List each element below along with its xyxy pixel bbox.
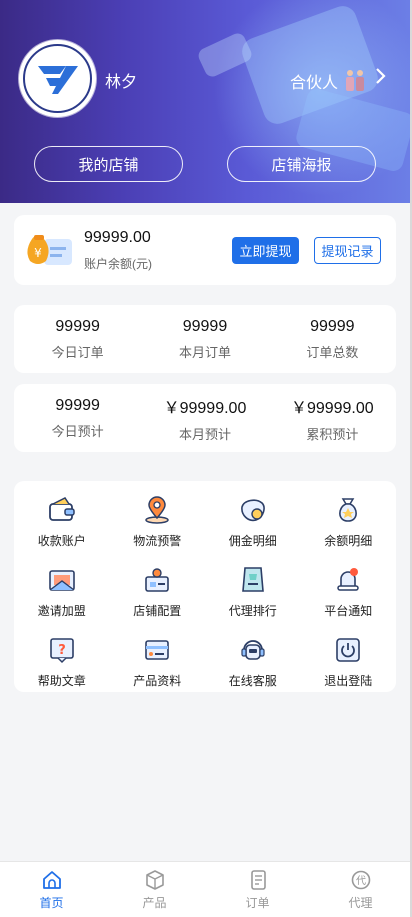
menu-item-invite-join[interactable]: 邀请加盟 xyxy=(14,565,110,619)
tab-label: 订单 xyxy=(245,895,270,910)
partner-label: 合伙人 xyxy=(290,75,339,92)
partner-link[interactable]: 合伙人 xyxy=(290,68,368,94)
tab-orders[interactable]: 订单 xyxy=(206,862,309,917)
stat-value: 99999 xyxy=(55,317,100,335)
svg-text:¥: ¥ xyxy=(34,246,42,260)
function-menu: 收款账户 物流预警 佣金明细 余额明细 邀请加盟 店铺配置 代理排行 平台通知 … xyxy=(14,481,396,692)
tab-label: 首页 xyxy=(39,895,64,910)
menu-item-label: 店铺配置 xyxy=(133,604,182,618)
menu-item-label: 物流预警 xyxy=(133,534,182,548)
menu-item-label: 余额明细 xyxy=(324,534,373,548)
tab-label: 代理 xyxy=(348,895,373,910)
bell-icon xyxy=(337,568,359,591)
menu-item-agent-ranking[interactable]: 代理排行 xyxy=(205,565,301,619)
svg-text:?: ? xyxy=(58,643,66,658)
home-icon xyxy=(42,870,61,889)
menu-item-label: 帮助文章 xyxy=(37,674,86,688)
stat-value: ￥99999.00 xyxy=(163,399,247,417)
location-pin-icon xyxy=(145,496,169,524)
invite-envelope-icon xyxy=(48,570,75,591)
menu-item-product-info[interactable]: 产品资料 xyxy=(110,635,206,689)
stat-today-orders[interactable]: 99999 今日订单 xyxy=(14,305,141,373)
withdraw-record-button[interactable]: 提现记录 xyxy=(314,237,381,264)
chevron-right-icon[interactable] xyxy=(374,66,388,86)
menu-item-label: 在线客服 xyxy=(228,674,277,688)
customer-service-icon xyxy=(241,640,265,660)
menu-item-logistics-alert[interactable]: 物流预警 xyxy=(110,495,206,549)
balance-amount: 99999.00 xyxy=(84,229,151,246)
store-poster-button[interactable]: 店铺海报 xyxy=(227,146,376,182)
stat-value: 99999 xyxy=(310,317,355,335)
avatar[interactable] xyxy=(19,40,96,117)
product-card-icon xyxy=(145,640,170,660)
menu-item-label: 产品资料 xyxy=(133,674,182,688)
menu-item-label: 退出登陆 xyxy=(324,674,373,688)
my-store-button[interactable]: 我的店铺 xyxy=(34,146,183,182)
menu-item-balance-detail[interactable]: 余额明细 xyxy=(301,495,397,549)
balance-label: 账户余额(元) xyxy=(84,257,152,271)
menu-item-online-service[interactable]: 在线客服 xyxy=(205,635,301,689)
menu-item-store-config[interactable]: 店铺配置 xyxy=(110,565,206,619)
tab-agent[interactable]: 代 代理 xyxy=(309,862,412,917)
stat-label: 今日预计 xyxy=(51,423,104,439)
menu-item-platform-notice[interactable]: 平台通知 xyxy=(301,565,397,619)
order-icon xyxy=(250,869,266,890)
menu-item-commission-detail[interactable]: 佣金明细 xyxy=(205,495,301,549)
tab-home[interactable]: 首页 xyxy=(0,862,103,917)
order-stats-card: 99999 今日订单 99999 本月订单 99999 订单总数 xyxy=(14,305,396,373)
username: 林夕 xyxy=(105,74,138,91)
money-bag-icon: ¥ xyxy=(27,235,72,265)
money-bag-icon xyxy=(339,498,358,522)
coins-icon xyxy=(240,499,265,522)
stat-month-orders[interactable]: 99999 本月订单 xyxy=(141,305,268,373)
stat-label: 本月预计 xyxy=(178,426,231,442)
stat-total-orders[interactable]: 99999 订单总数 xyxy=(269,305,396,373)
stat-today-estimate[interactable]: 99999 今日预计 xyxy=(14,384,141,452)
stat-value: 99999 xyxy=(182,317,228,335)
profile-header: 林夕 合伙人 我的店铺 店铺海报 xyxy=(0,0,412,203)
bottom-tab-bar: 首页 产品 订单 代 代理 xyxy=(0,861,412,917)
store-config-icon xyxy=(145,568,170,592)
menu-item-help-articles[interactable]: ? 帮助文章 xyxy=(14,635,110,689)
stat-cumulative-estimate[interactable]: ￥99999.00 累积预计 xyxy=(269,384,396,452)
tab-products[interactable]: 产品 xyxy=(103,862,206,917)
stat-label: 累积预计 xyxy=(306,426,359,442)
menu-item-label: 收款账户 xyxy=(37,534,86,548)
partner-icon xyxy=(346,70,365,91)
menu-item-label: 佣金明细 xyxy=(228,534,277,548)
withdraw-button[interactable]: 立即提现 xyxy=(232,237,299,264)
estimate-stats-card: 99999 今日预计 ￥99999.00 本月预计 ￥99999.00 累积预计 xyxy=(14,384,396,452)
stat-value: ￥99999.00 xyxy=(290,399,374,417)
menu-item-payment-account[interactable]: 收款账户 xyxy=(14,495,110,549)
tab-label: 产品 xyxy=(142,895,167,910)
stat-label: 今日订单 xyxy=(51,344,104,360)
ranking-icon xyxy=(241,567,264,592)
stat-label: 本月订单 xyxy=(178,344,231,360)
svg-text:代: 代 xyxy=(356,875,366,887)
help-icon: ? xyxy=(49,638,74,664)
agent-icon: 代 xyxy=(351,870,370,889)
stat-label: 订单总数 xyxy=(306,344,359,360)
menu-item-label: 邀请加盟 xyxy=(37,604,86,618)
box-icon xyxy=(145,869,164,890)
menu-item-label: 平台通知 xyxy=(324,604,373,618)
stat-month-estimate[interactable]: ￥99999.00 本月预计 xyxy=(141,384,268,452)
menu-item-label: 代理排行 xyxy=(228,604,277,618)
balance-card: ¥ 99999.00 账户余额(元) 立即提现 提现记录 xyxy=(14,215,396,285)
menu-item-logout[interactable]: 退出登陆 xyxy=(301,635,397,689)
power-icon xyxy=(336,638,361,662)
stat-value: 99999 xyxy=(55,396,100,414)
wallet-icon xyxy=(48,497,75,521)
